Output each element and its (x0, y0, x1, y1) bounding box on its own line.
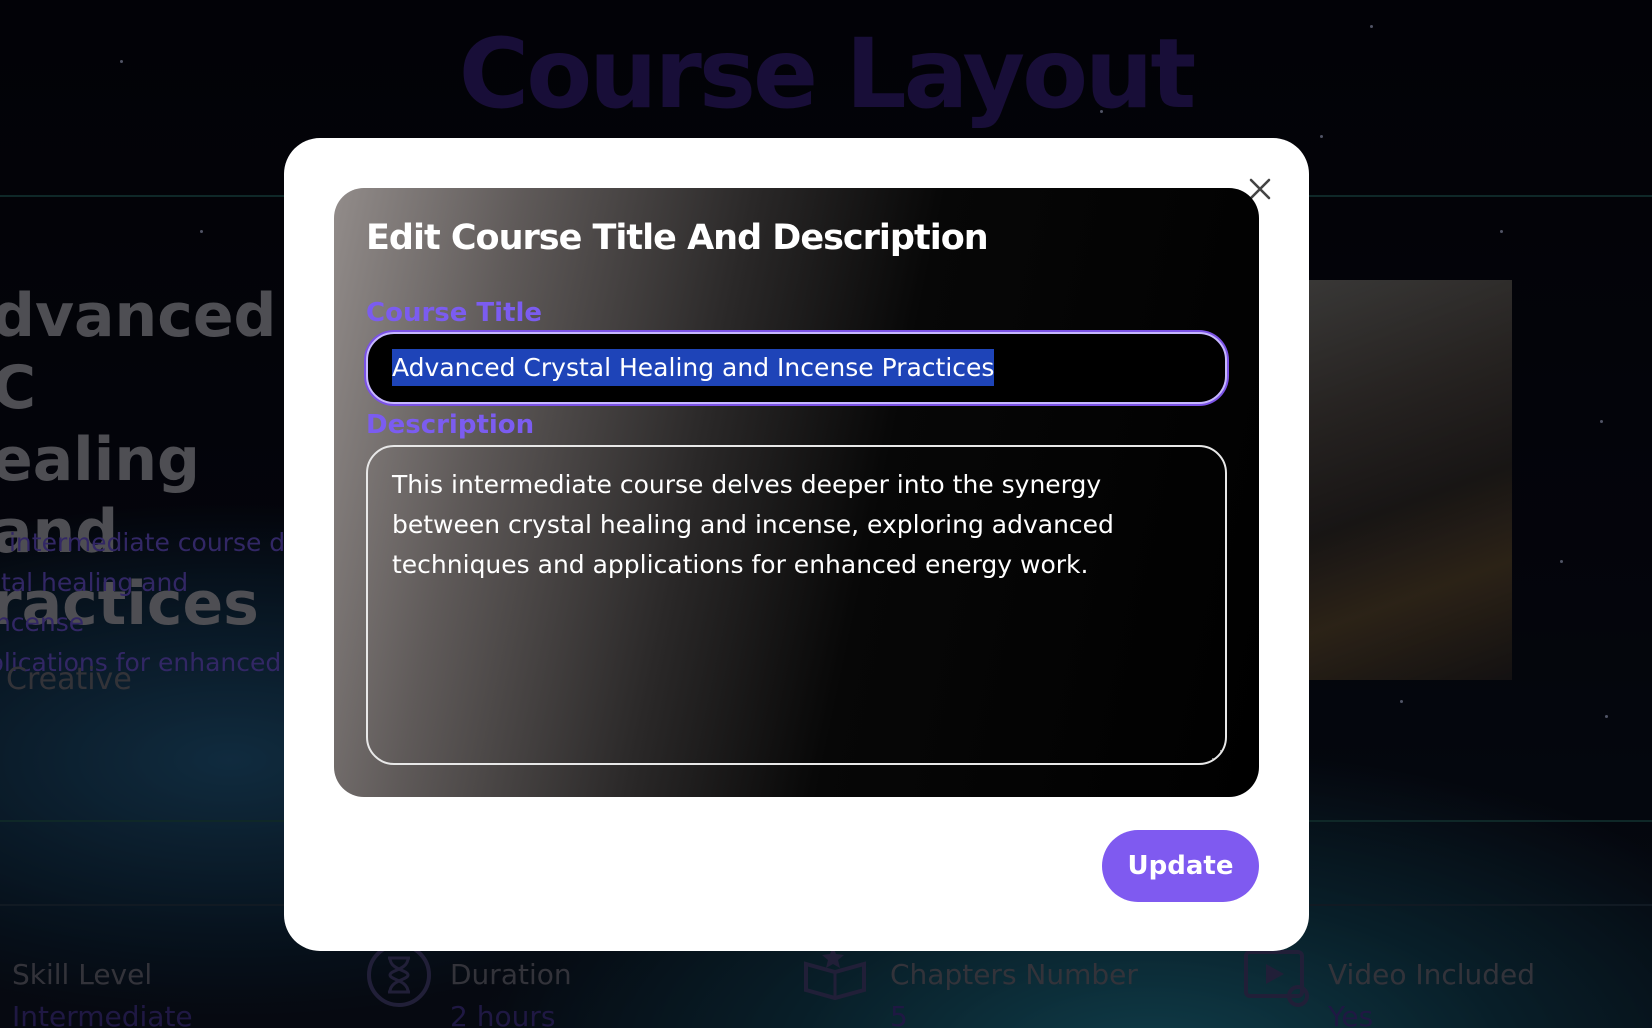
course-title-input[interactable]: Advanced Crystal Healing and Incense Pra… (366, 332, 1227, 404)
edit-form-card: Edit Course Title And Description Course… (334, 188, 1259, 797)
description-value: This intermediate course delves deeper i… (392, 470, 1114, 579)
dialog-heading: Edit Course Title And Description (366, 218, 989, 258)
resize-handle-icon[interactable] (1212, 750, 1222, 760)
course-title-value: Advanced Crystal Healing and Incense Pra… (392, 349, 995, 386)
description-textarea[interactable]: This intermediate course delves deeper i… (366, 445, 1227, 765)
edit-course-dialog: Edit Course Title And Description Course… (284, 138, 1309, 951)
course-title-label: Course Title (366, 298, 543, 328)
description-label: Description (366, 410, 535, 440)
update-button[interactable]: Update (1102, 830, 1259, 902)
